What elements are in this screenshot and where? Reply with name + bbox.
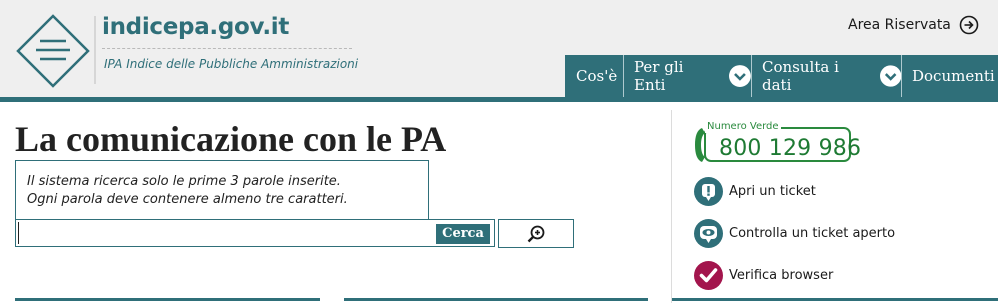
nav-item-label: Consulta i dati [762,58,839,94]
section-rule [672,298,998,301]
eye-bubble-icon [694,218,723,248]
check-ticket-link[interactable]: Controlla un ticket aperto [694,218,895,248]
nav-item-label: Cos'è [576,67,618,85]
nav-item-label: Documenti [912,67,995,85]
header-divider-bar [0,97,998,102]
verify-browser-link[interactable]: Verifica browser [694,260,833,290]
checkmark-icon [694,260,723,290]
nav-item-consulta-i-dati[interactable]: Consulta i dati [751,55,901,97]
site-subtitle: IPA Indice delle Pubbliche Amministrazio… [104,57,359,71]
page-title: La comunicazione con le PA [15,119,447,159]
open-ticket-label: Apri un ticket [729,183,816,199]
nav-item-documenti[interactable]: Documenti [901,55,998,97]
check-ticket-label: Controlla un ticket aperto [729,225,896,241]
search-bar: Cerca [15,219,495,247]
advanced-search-button[interactable] [498,219,574,248]
nav-item-label: Per gli Enti [634,58,684,94]
search-hint-line: Il sistema ricerca solo le prime 3 parol… [27,174,341,189]
section-rule [15,298,320,301]
section-rule [344,298,648,301]
search-input[interactable] [18,222,428,244]
column-divider [671,110,672,303]
chevron-down-icon [729,65,751,87]
open-ticket-link[interactable]: Apri un ticket [694,176,816,206]
arrow-right-circle-icon [959,15,979,35]
menu-diamond-icon[interactable] [16,14,90,88]
toll-free-number-box[interactable]: Numero Verde 800 129 986 [693,121,861,165]
toll-free-number: 800 129 986 [719,136,862,161]
zoom-in-icon [527,225,545,242]
chevron-down-icon [879,65,901,87]
search-hint-line: Ogni parola deve contenere almeno tre ca… [27,192,348,207]
site-title[interactable]: indicepa.gov.it [102,14,289,40]
search-button[interactable]: Cerca [436,224,490,244]
reserved-area-link[interactable]: Area Riservata [848,14,979,36]
title-rule [102,48,352,49]
exclamation-bubble-icon [694,176,723,206]
search-hint-box: Il sistema ricerca solo le prime 3 parol… [15,160,429,221]
verify-browser-label: Verifica browser [729,267,834,283]
main-nav: Cos'è Per gli Enti Consulta i dati Docum… [565,55,998,97]
site-header: indicepa.gov.it IPA Indice delle Pubblic… [0,0,998,97]
reserved-area-label: Area Riservata [848,17,951,33]
toll-free-label: Numero Verde [705,121,781,133]
nav-item-per-gli-enti[interactable]: Per gli Enti [623,55,751,97]
nav-item-cose[interactable]: Cos'è [565,55,623,97]
logo-divider [94,16,96,84]
